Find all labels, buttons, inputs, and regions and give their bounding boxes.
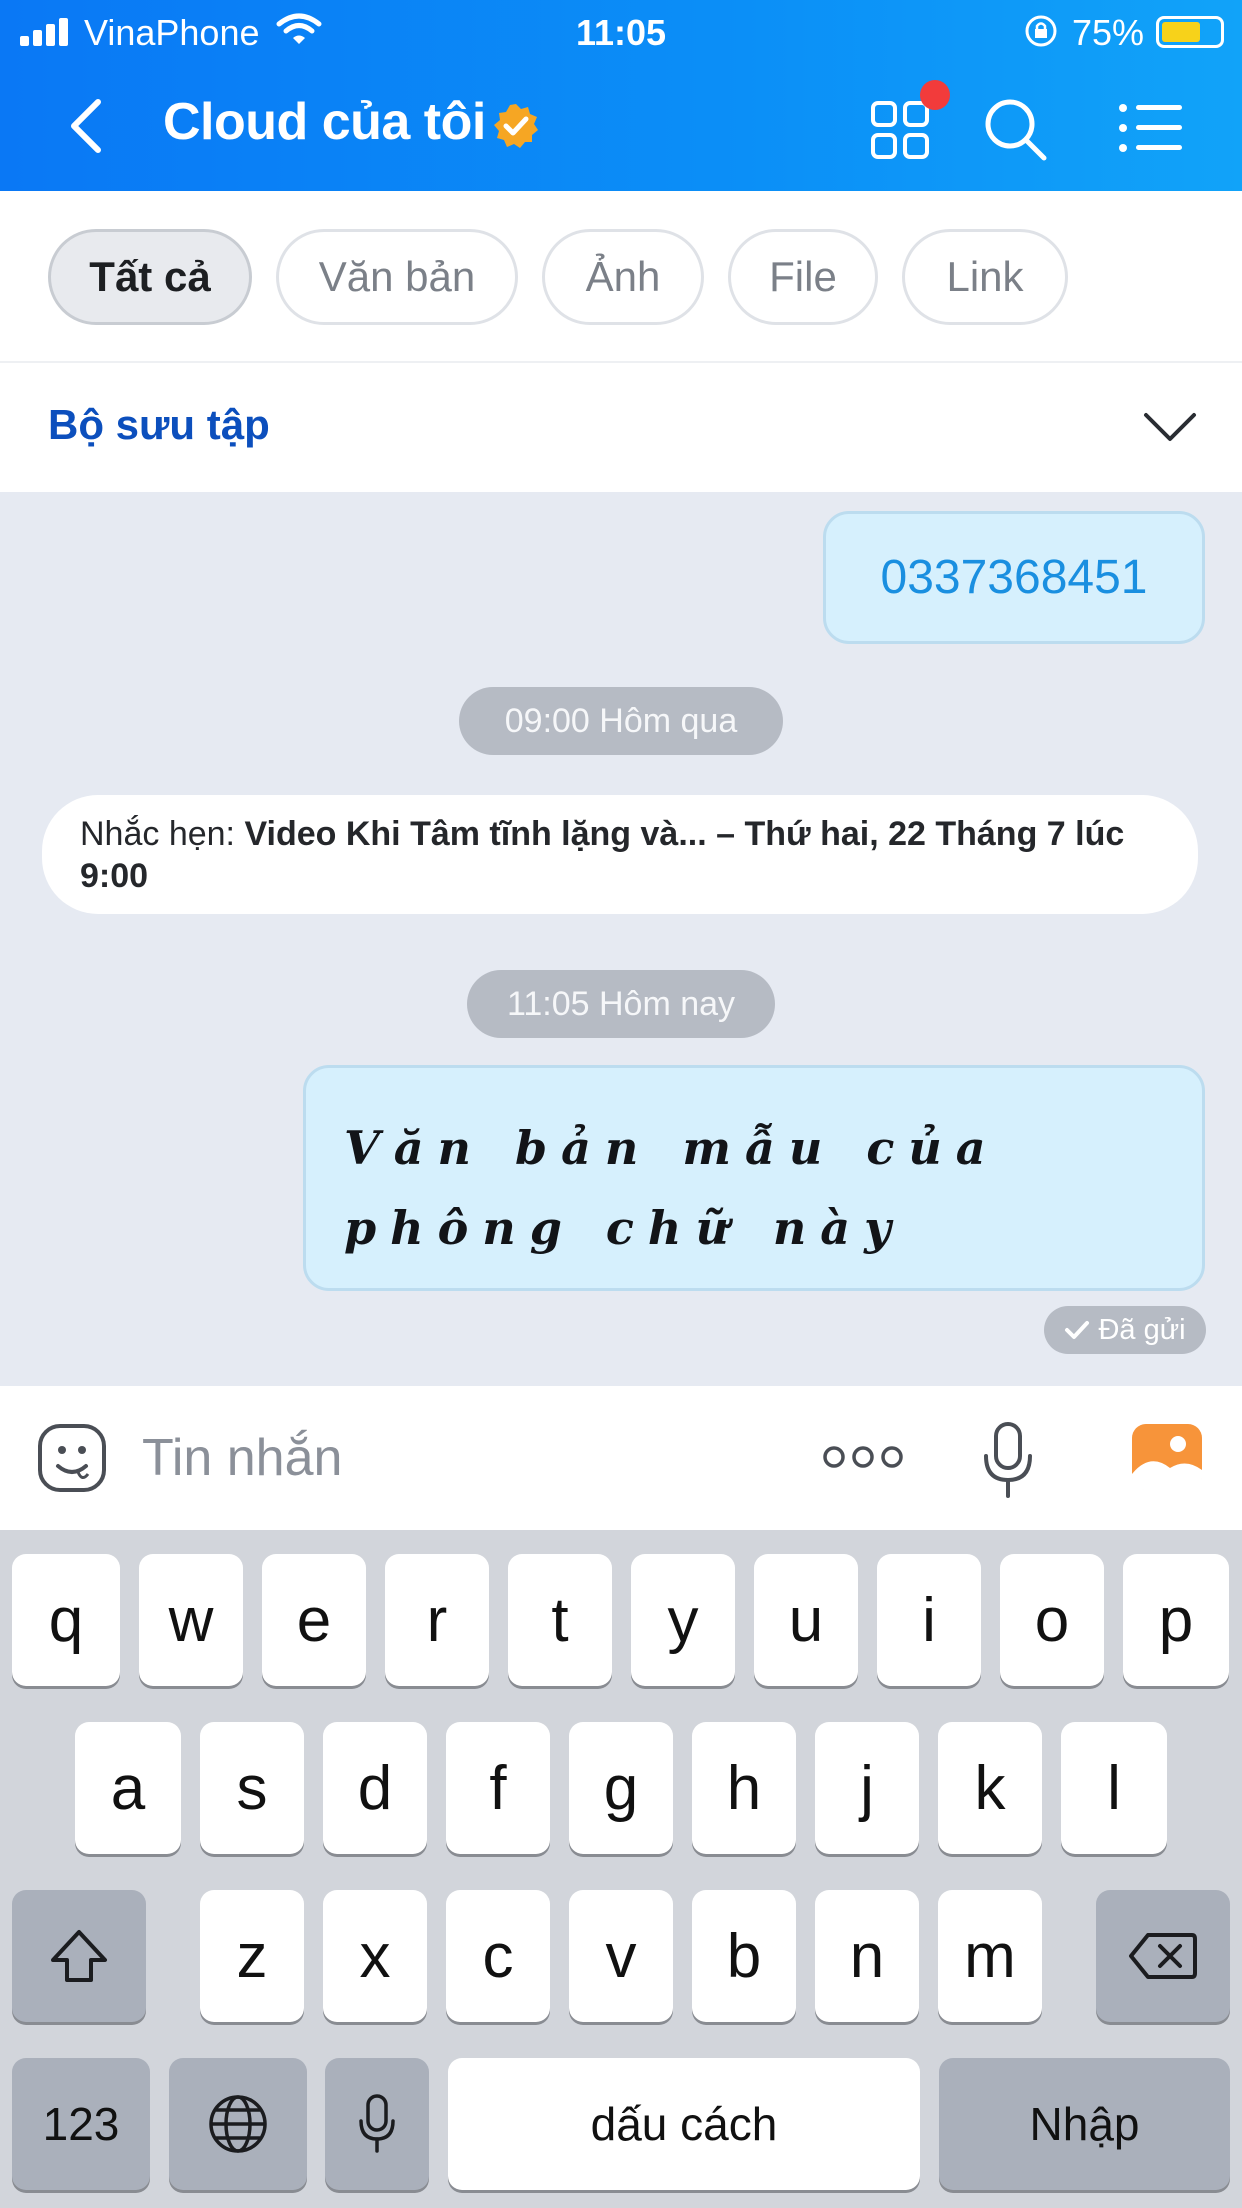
reminder-card[interactable]: Nhắc hẹn: Video Khi Tâm tĩnh lặng và... …	[42, 795, 1198, 914]
collection-label: Bộ sưu tập	[48, 401, 270, 448]
backspace-icon	[1129, 1933, 1197, 1979]
sticker-icon[interactable]	[36, 1422, 108, 1494]
sent-status-label: Đã gửi	[1098, 1313, 1186, 1346]
key-z[interactable]: z	[200, 1890, 304, 2022]
key-o[interactable]: o	[1000, 1554, 1104, 1686]
key-y[interactable]: y	[631, 1554, 735, 1686]
key-m[interactable]: m	[938, 1890, 1042, 2022]
key-h[interactable]: h	[692, 1722, 796, 1854]
numbers-key[interactable]: 123	[12, 2058, 150, 2190]
key-n[interactable]: n	[815, 1890, 919, 2022]
key-g[interactable]: g	[569, 1722, 673, 1854]
key-x[interactable]: x	[323, 1890, 427, 2022]
timestamp-today: 11:05 Hôm nay	[467, 970, 775, 1038]
globe-key[interactable]	[169, 2058, 307, 2190]
chip-text[interactable]: Văn bản	[276, 229, 518, 325]
verified-badge-icon	[494, 104, 538, 148]
more-options-icon[interactable]	[822, 1444, 904, 1470]
battery-icon	[1156, 16, 1224, 48]
battery-percent: 75%	[1071, 12, 1144, 53]
space-key[interactable]: dấu cách	[448, 2058, 920, 2190]
key-q[interactable]: q	[12, 1554, 120, 1686]
key-l[interactable]: l	[1061, 1722, 1167, 1854]
chevron-down-icon[interactable]	[1142, 407, 1198, 447]
notification-dot	[920, 80, 950, 110]
key-j[interactable]: j	[815, 1722, 919, 1854]
key-u[interactable]: u	[754, 1554, 858, 1686]
key-i[interactable]: i	[877, 1554, 981, 1686]
timestamp-yesterday: 09:00 Hôm qua	[459, 687, 783, 755]
chip-photo[interactable]: Ảnh	[542, 229, 704, 325]
collection-row[interactable]: Bộ sưu tập	[0, 363, 1242, 492]
key-f[interactable]: f	[446, 1722, 550, 1854]
keyboard: q w e r t y u i o p a s d f g h j k l z …	[0, 1530, 1242, 2208]
photo-gallery-icon[interactable]	[1130, 1422, 1204, 1492]
globe-icon	[209, 2095, 267, 2153]
enter-key[interactable]: Nhập	[939, 2058, 1230, 2190]
filter-chips: Tất cả Văn bản Ảnh File Link	[0, 191, 1242, 361]
page-title: Cloud của tôi	[163, 93, 486, 151]
key-t[interactable]: t	[508, 1554, 612, 1686]
dictation-key[interactable]	[325, 2058, 429, 2190]
back-arrow-icon[interactable]	[60, 96, 116, 156]
app-header: VinaPhone 11:05 75% Cloud của tôi	[0, 0, 1242, 191]
script-text-message[interactable]: Văn bản mẫu của phông chữ này	[303, 1065, 1205, 1291]
microphone-key-icon	[359, 2094, 395, 2153]
sent-status-badge: Đã gửi	[1044, 1306, 1206, 1354]
chip-all[interactable]: Tất cả	[48, 229, 252, 325]
microphone-icon[interactable]	[978, 1420, 1038, 1500]
search-icon[interactable]	[982, 96, 1048, 162]
key-k[interactable]: k	[938, 1722, 1042, 1854]
grid-apps-icon[interactable]	[870, 100, 930, 160]
checkmark-icon	[1065, 1321, 1090, 1339]
nav-bar: Cloud của tôi	[0, 62, 1242, 191]
message-input-bar: Tin nhắn	[0, 1386, 1242, 1530]
key-c[interactable]: c	[446, 1890, 550, 2022]
reminder-prefix: Nhắc hẹn:	[80, 815, 245, 853]
key-s[interactable]: s	[200, 1722, 304, 1854]
phone-number-message[interactable]: 0337368451	[823, 511, 1205, 644]
chip-link[interactable]: Link	[902, 229, 1068, 325]
status-bar: VinaPhone 11:05 75%	[0, 0, 1242, 62]
shift-arrow-icon	[51, 1930, 107, 1982]
key-w[interactable]: w	[139, 1554, 243, 1686]
key-e[interactable]: e	[262, 1554, 366, 1686]
key-p[interactable]: p	[1123, 1554, 1229, 1686]
key-a[interactable]: a	[75, 1722, 181, 1854]
shift-key[interactable]	[12, 1890, 146, 2022]
key-r[interactable]: r	[385, 1554, 489, 1686]
key-v[interactable]: v	[569, 1890, 673, 2022]
key-b[interactable]: b	[692, 1890, 796, 2022]
message-input[interactable]: Tin nhắn	[142, 1428, 342, 1488]
orientation-lock-icon	[1025, 15, 1057, 47]
list-menu-icon[interactable]	[1118, 102, 1184, 154]
chip-file[interactable]: File	[728, 229, 878, 325]
backspace-key[interactable]	[1096, 1890, 1230, 2022]
key-d[interactable]: d	[323, 1722, 427, 1854]
